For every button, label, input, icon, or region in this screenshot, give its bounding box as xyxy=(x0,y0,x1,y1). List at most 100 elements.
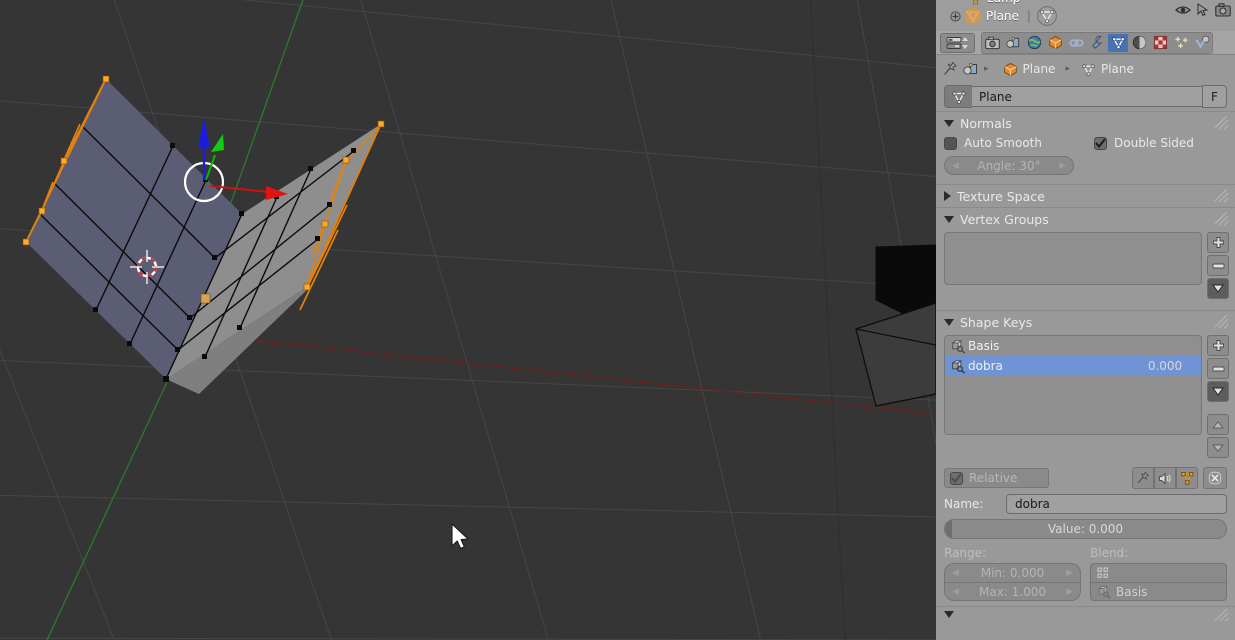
auto-smooth-row[interactable]: Auto Smooth xyxy=(944,136,1094,150)
shape-keys-toggle-buttons[interactable] xyxy=(1132,467,1198,489)
physics-icon xyxy=(1195,35,1209,49)
minus-icon xyxy=(1212,366,1224,371)
chevron-down-icon xyxy=(944,610,954,618)
tab-object-data[interactable] xyxy=(1108,33,1128,52)
breadcrumb-separator-1: ▸ xyxy=(984,64,989,74)
add-vertex-group-button[interactable] xyxy=(1207,232,1229,253)
scene-icon[interactable] xyxy=(963,62,979,77)
properties-editor[interactable]: ▸ Plane ▸ Plane Plane F Normals Auto Smo… xyxy=(936,31,1235,640)
datablock-name-row[interactable]: Plane F xyxy=(944,85,1227,108)
panel-header-texture-space[interactable]: Texture Space xyxy=(936,184,1235,207)
mesh-data-icon[interactable] xyxy=(1037,6,1057,26)
pin-icon[interactable] xyxy=(942,61,958,77)
double-sided-checkbox[interactable] xyxy=(1094,136,1107,150)
mesh-data-icon[interactable] xyxy=(1081,62,1096,77)
arrow-down-icon xyxy=(1212,444,1224,452)
increment-arrow-icon[interactable]: ▶ xyxy=(1066,568,1073,578)
datablock-icon-button[interactable] xyxy=(944,85,972,108)
shape-key-min-slider[interactable]: ◀ Min: 0.000 ▶ xyxy=(944,563,1081,582)
tab-object[interactable] xyxy=(1045,33,1065,52)
viewport-canvas xyxy=(0,0,936,640)
vertex-groups-list[interactable] xyxy=(944,232,1202,285)
properties-tabs[interactable] xyxy=(981,31,1213,54)
remove-vertex-group-button[interactable] xyxy=(1207,255,1229,276)
tab-modifiers[interactable] xyxy=(1087,33,1107,52)
auto-smooth-angle-label: Angle: 30° xyxy=(977,158,1041,173)
tab-render[interactable] xyxy=(982,33,1002,52)
panel-header-vertex-groups[interactable]: Vertex Groups xyxy=(936,207,1235,230)
shape-key-row-dobra[interactable]: dobra 0.000 xyxy=(945,356,1201,376)
double-sided-row[interactable]: Double Sided xyxy=(1094,136,1194,150)
viewport-3d[interactable] xyxy=(0,0,936,640)
arrow-select-icon[interactable] xyxy=(1197,3,1209,17)
decrement-arrow-icon[interactable]: ◀ xyxy=(952,568,959,578)
shape-key-value-dobra[interactable]: 0.000 xyxy=(1129,359,1201,373)
breadcrumb-item-data[interactable]: Plane xyxy=(1101,62,1134,76)
panel-header-shape-keys[interactable]: Shape Keys xyxy=(936,310,1235,333)
relative-toggle[interactable]: Relative xyxy=(944,468,1049,488)
editor-type-selector[interactable] xyxy=(940,32,975,53)
shapekey-edit-mode-display-button[interactable] xyxy=(1176,467,1198,489)
add-shape-key-button[interactable] xyxy=(1207,335,1229,356)
tab-scene[interactable] xyxy=(1003,33,1023,52)
remove-shape-key-button[interactable] xyxy=(1207,358,1229,379)
shapekey-speaker-button[interactable] xyxy=(1154,467,1176,489)
auto-smooth-checkbox[interactable] xyxy=(944,136,957,150)
tab-material[interactable] xyxy=(1129,33,1149,52)
shape-key-name-input[interactable]: dobra xyxy=(1006,494,1227,514)
move-shape-key-down-button[interactable] xyxy=(1207,437,1229,458)
shape-keys-specials-menu[interactable] xyxy=(1207,381,1229,402)
edit-mode-display-icon xyxy=(1180,471,1193,485)
tab-particles[interactable] xyxy=(1171,33,1191,52)
breadcrumb-item-object[interactable]: Plane xyxy=(1023,62,1056,76)
cube-icon xyxy=(1048,35,1062,50)
properties-header[interactable] xyxy=(936,31,1235,55)
tab-world[interactable] xyxy=(1024,33,1044,52)
blend-relative-key-field[interactable]: Basis xyxy=(1090,582,1227,601)
shape-keys-relative-row[interactable]: Relative xyxy=(944,467,1227,489)
panel-header-uv-texture[interactable] xyxy=(936,607,1235,621)
chevron-right-icon xyxy=(944,191,951,201)
range-column: Range: ◀ Min: 0.000 ▶ ◀ Max: 1.000 ▶ xyxy=(944,546,1081,601)
panel-grip-icon xyxy=(1214,189,1229,203)
tab-constraints[interactable] xyxy=(1066,33,1086,52)
check-icon xyxy=(951,473,962,483)
decrement-arrow-icon[interactable]: ◀ xyxy=(952,161,959,171)
outliner-label-plane: Plane xyxy=(986,9,1019,23)
shape-keys-list[interactable]: Basis dobra 0.000 xyxy=(944,335,1202,435)
eye-icon[interactable] xyxy=(1175,4,1191,16)
render-camera-icon[interactable] xyxy=(1215,3,1231,17)
relative-checkbox[interactable] xyxy=(950,471,963,485)
panel-title-vertex-groups: Vertex Groups xyxy=(960,211,1049,227)
cube-icon[interactable] xyxy=(1003,62,1018,77)
vertex-groups-specials-menu[interactable] xyxy=(1207,278,1229,299)
panel-header-normals[interactable]: Normals xyxy=(936,111,1235,134)
decrement-arrow-icon[interactable]: ◀ xyxy=(952,587,959,597)
shape-key-row-basis[interactable]: Basis xyxy=(945,336,1201,356)
tab-texture[interactable] xyxy=(1150,33,1170,52)
move-shape-key-up-button[interactable] xyxy=(1207,414,1229,435)
fake-user-button[interactable]: F xyxy=(1202,85,1227,108)
clear-shape-key-button[interactable] xyxy=(1203,467,1227,489)
checker-texture-icon xyxy=(1153,35,1167,50)
breadcrumb[interactable]: ▸ Plane ▸ Plane xyxy=(936,55,1235,83)
tab-physics[interactable] xyxy=(1192,33,1212,52)
datablock-name-input[interactable]: Plane xyxy=(972,86,1202,107)
shapekey-pin-button[interactable] xyxy=(1132,467,1154,489)
auto-smooth-angle-slider[interactable]: ◀ Angle: 30° ▶ xyxy=(944,156,1074,175)
outliner-restriction-icons[interactable] xyxy=(1175,0,1231,20)
expand-icon[interactable] xyxy=(950,10,961,22)
increment-arrow-icon[interactable]: ▶ xyxy=(1066,587,1073,597)
shape-keys-buttons[interactable] xyxy=(1207,335,1229,458)
chevron-down-icon xyxy=(944,318,954,326)
vertex-groups-buttons[interactable] xyxy=(1207,232,1229,299)
outliner-editor[interactable]: Lamp Plane | xyxy=(936,0,1235,32)
shape-key-name-row[interactable]: Name: dobra xyxy=(944,494,1227,514)
scene-icon xyxy=(1005,36,1019,48)
shape-key-name-dobra: dobra xyxy=(968,359,1003,373)
shapekey-icon xyxy=(951,339,966,354)
blend-vertex-group-field[interactable] xyxy=(1090,563,1227,582)
increment-arrow-icon[interactable]: ▶ xyxy=(1059,161,1066,171)
shape-key-value-slider[interactable]: Value: 0.000 xyxy=(944,519,1227,539)
shape-key-max-slider[interactable]: ◀ Max: 1.000 ▶ xyxy=(944,582,1081,601)
